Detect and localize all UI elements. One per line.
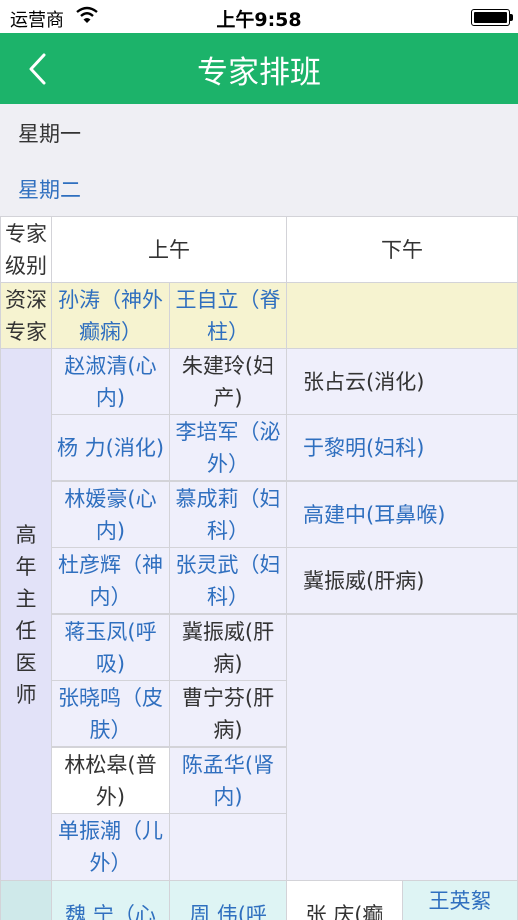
header-pm: 下午: [286, 216, 518, 283]
doctor-link[interactable]: 孙涛（神外癫痫）: [51, 282, 170, 349]
label-char: 任: [15, 618, 37, 643]
doctor-link[interactable]: 赵淑清(心内): [51, 348, 170, 415]
day-tuesday[interactable]: 星期二: [18, 174, 81, 204]
doctor-link[interactable]: 杜彦辉（神内）: [51, 547, 170, 614]
doctor-link[interactable]: 陈孟华(肾内): [169, 747, 287, 814]
status-bar: 运营商 上午9:58: [0, 0, 518, 33]
label-char: 年: [15, 554, 37, 579]
doctor-link[interactable]: 魏 宁（心: [51, 880, 170, 920]
row-label-senior-attending: 高 年 主 任 医 师: [0, 348, 52, 881]
doctor-link[interactable]: 王自立（脊柱）: [169, 282, 287, 349]
doctor-text: 张占云(消化): [286, 348, 518, 415]
doctor-link[interactable]: 单振潮（儿外）: [51, 813, 170, 881]
label-char: 主: [15, 586, 37, 611]
doctor-link[interactable]: 高建中(耳鼻喉): [286, 481, 518, 548]
doctor-text: 林松皋(普外): [51, 747, 170, 814]
empty-cell: [286, 282, 518, 349]
doctor-link[interactable]: 张晓鸣（皮肤）: [51, 680, 170, 747]
header-am: 上午: [51, 216, 287, 283]
doctor-text: 张 庆(癫: [286, 880, 403, 920]
page-title: 专家排班: [197, 55, 321, 91]
doctor-link[interactable]: 李培军（泌外）: [169, 414, 287, 481]
doctor-text: 朱建玲(妇产): [169, 348, 287, 415]
battery-icon: [471, 9, 513, 26]
day-monday[interactable]: 星期一: [18, 118, 81, 148]
doctor-text: 冀振威(肝病): [286, 547, 518, 614]
nav-bar: 专家排班: [0, 33, 518, 104]
doctor-link[interactable]: 王英絮: [402, 880, 518, 920]
schedule-table: 专家级别 上午 下午 资深专家 孙涛（神外癫痫） 王自立（脊柱） 高 年 主 任…: [0, 216, 518, 920]
empty-cell: [169, 813, 287, 881]
row-label-next: [0, 880, 52, 920]
header-level: 专家级别: [0, 216, 52, 283]
doctor-link[interactable]: 林媛豪(心内): [51, 481, 170, 548]
doctor-link[interactable]: 张灵武（妇科）: [169, 547, 287, 614]
doctor-link[interactable]: 慕成莉（妇科）: [169, 481, 287, 548]
label-char: 医: [15, 650, 37, 675]
doctor-link[interactable]: 周 伟(呼: [169, 880, 287, 920]
day-list: 星期一 星期二: [0, 104, 518, 216]
doctor-link[interactable]: 于黎明(妇科): [286, 414, 518, 481]
row-label-senior: 资深专家: [0, 282, 52, 349]
label-char: 高: [15, 522, 37, 547]
empty-cell: [286, 614, 518, 881]
doctor-text: 曹宁芬(肝病): [169, 680, 287, 747]
status-time: 上午9:58: [216, 9, 302, 31]
doctor-link[interactable]: 蒋玉凤(呼吸): [51, 614, 170, 681]
doctor-text: 冀振威(肝病): [169, 614, 287, 681]
doctor-link[interactable]: 杨 力(消化): [51, 414, 170, 481]
label-char: 师: [15, 682, 37, 707]
